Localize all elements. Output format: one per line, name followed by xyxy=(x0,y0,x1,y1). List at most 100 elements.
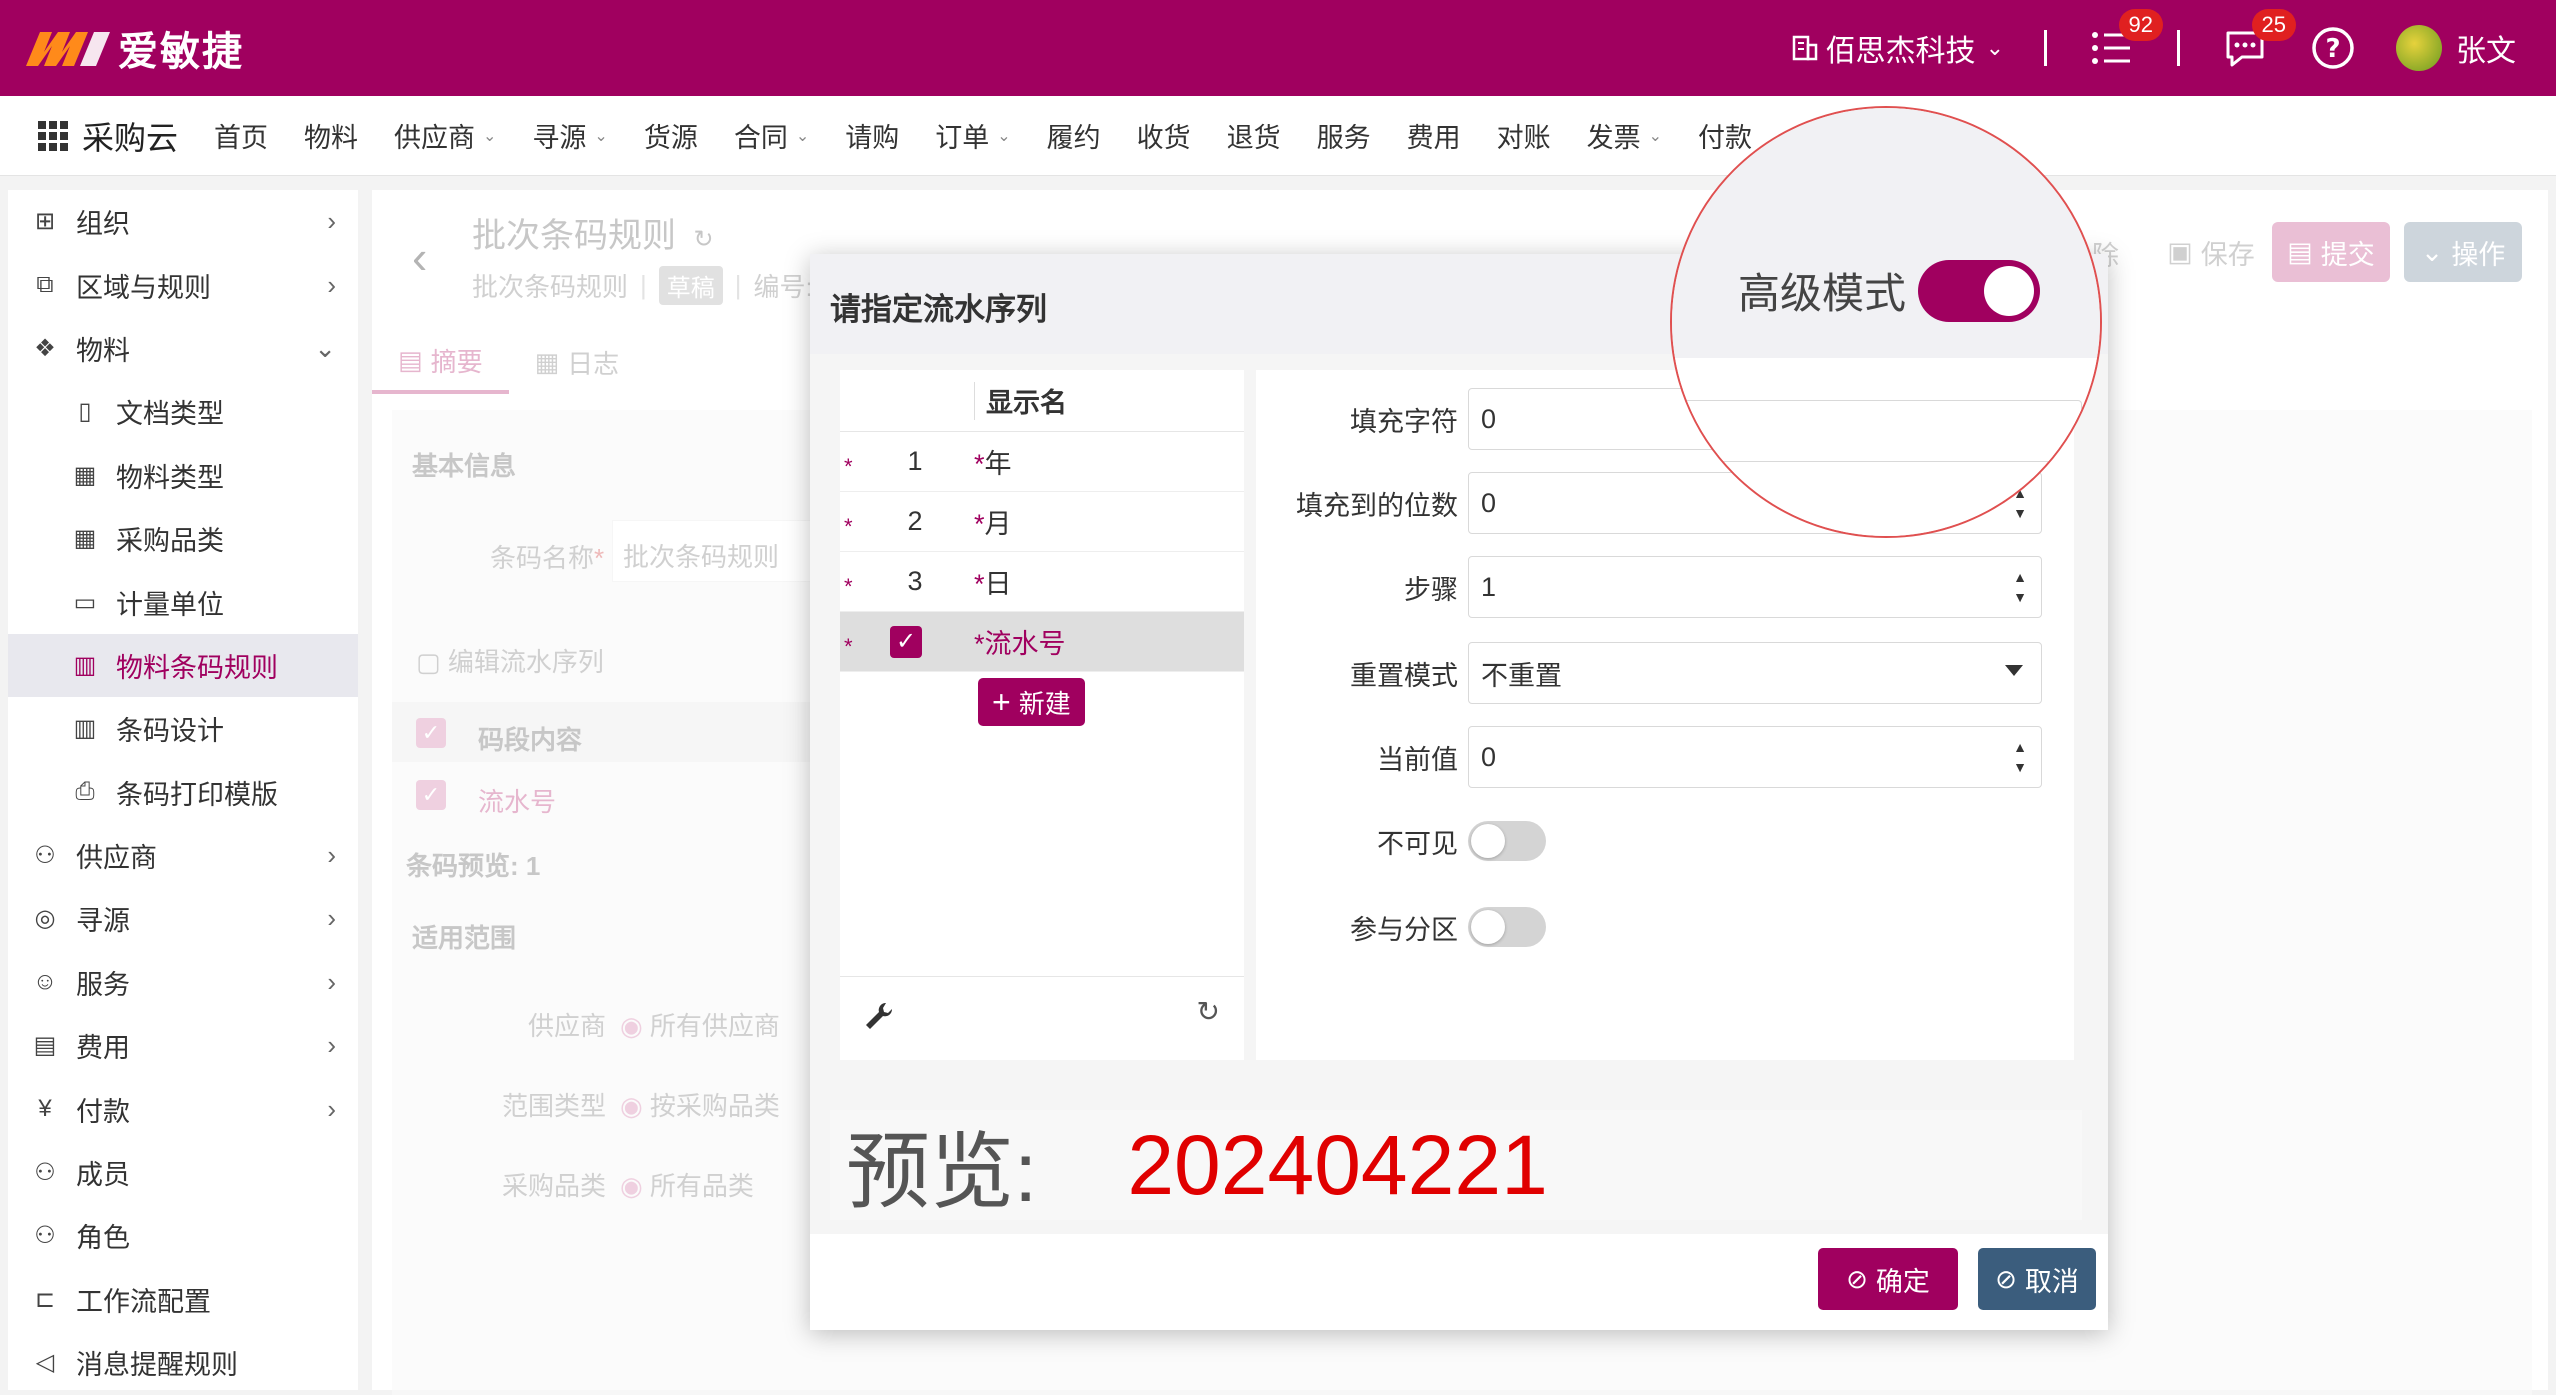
advanced-mode-toggle[interactable] xyxy=(1918,260,2040,322)
nav-item[interactable]: 供应商 ⌄ xyxy=(394,116,496,155)
sidebar-item[interactable]: ◁ 消息提醒规则 xyxy=(8,1331,358,1394)
material-type-icon: ▦ xyxy=(73,461,97,489)
sidebar-item-label: 条码设计 xyxy=(116,716,224,747)
nav-item[interactable]: 寻源 ⌄ xyxy=(532,116,607,155)
preview-label: 预览: xyxy=(846,1124,1038,1219)
row-display-name: *日 xyxy=(974,562,1012,601)
nav-item[interactable]: 对账 xyxy=(1497,116,1551,155)
reset-mode-label: 重置模式 xyxy=(1350,660,1458,691)
step-value: 1 xyxy=(1481,571,1497,602)
logo[interactable]: 爱敏捷 xyxy=(22,19,244,77)
sidebar-item[interactable]: ❖ 物料 ⌄ xyxy=(8,317,358,380)
avatar[interactable] xyxy=(2396,25,2442,71)
sidebar-item[interactable]: ⚇ 供应商 › xyxy=(8,824,358,887)
sidebar-item[interactable]: ▦ 物料类型 xyxy=(8,444,358,507)
sidebar-item[interactable]: ▭ 计量单位 xyxy=(8,570,358,633)
chevron-right-icon: › xyxy=(327,1030,336,1061)
nav-item[interactable]: 首页 xyxy=(214,116,268,155)
row-display-name: *流水号 xyxy=(974,622,1066,661)
sidebar-item-label: 物料类型 xyxy=(116,462,224,493)
nav-item[interactable]: 订单 ⌄ xyxy=(935,116,1010,155)
barcode-icon: ▥ xyxy=(73,651,97,679)
list-item[interactable]: * 1 *年 xyxy=(840,432,1244,492)
notify-icon: ◁ xyxy=(35,1349,55,1377)
sidebar-item[interactable]: ⊞ 组织 › xyxy=(8,190,358,253)
partition-toggle[interactable] xyxy=(1468,907,1546,947)
nav-item[interactable]: 请购 xyxy=(845,116,899,155)
nav-item[interactable]: 合同 ⌄ xyxy=(734,116,809,155)
invisible-toggle[interactable] xyxy=(1468,821,1546,861)
app-grid-icon[interactable] xyxy=(38,120,68,151)
required-marker: * xyxy=(974,629,985,659)
nav-item[interactable]: 发票 ⌄ xyxy=(1587,116,1662,155)
chevron-right-icon: › xyxy=(327,1093,336,1124)
chevron-down-icon: ⌄ xyxy=(997,127,1011,145)
list-item[interactable]: * ✓ *流水号 xyxy=(840,612,1244,672)
cancel-button[interactable]: ⊘ 取消 xyxy=(1978,1248,2096,1310)
nav-item-label: 服务 xyxy=(1316,123,1371,153)
nav-item[interactable]: 服务 xyxy=(1317,116,1371,155)
sidebar-item[interactable]: ☺ 服务 › xyxy=(8,951,358,1014)
row-display-name: *年 xyxy=(974,442,1012,481)
sidebar-item-label: 文档类型 xyxy=(116,399,224,430)
company-switcher[interactable]: 佰思杰科技 ⌄ xyxy=(1790,26,2004,70)
check-circle-icon: ⊘ xyxy=(1995,1263,2017,1294)
sidebar-item[interactable]: ▤ 费用 › xyxy=(8,1014,358,1077)
nav-item[interactable]: 费用 xyxy=(1407,116,1461,155)
ok-button[interactable]: ⊘ 确定 xyxy=(1818,1248,1958,1310)
required-marker: * xyxy=(974,449,985,479)
sidebar-item[interactable]: ⚇ 角色 xyxy=(8,1204,358,1267)
barcode-design-icon: ▥ xyxy=(73,715,97,743)
step-input[interactable]: 1 ▲ ▼ xyxy=(1468,556,2042,618)
nav-item[interactable]: 货源 xyxy=(644,116,698,155)
sidebar-item[interactable]: ⊏ 工作流配置 xyxy=(8,1268,358,1331)
workflow-icon: ⊏ xyxy=(34,1285,56,1313)
sidebar-item-label: 物料 xyxy=(76,335,130,366)
sidebar-item[interactable]: ▥ 物料条码规则 xyxy=(8,633,358,698)
sidebar-item[interactable]: ⧉ 区域与规则 › xyxy=(8,253,358,316)
highlight-input-fragment xyxy=(1672,400,2082,462)
nav-item-label: 收货 xyxy=(1136,123,1191,153)
main-nav: 采购云 首页 物料 供应商 ⌄ 寻源 ⌄ 货源 合同 ⌄ 请购 订单 ⌄ 履约 收货 退货 服务 费用 对账 发票 ⌄… xyxy=(0,96,2556,176)
sidebar-item[interactable]: ¥ 付款 › xyxy=(8,1077,358,1140)
expense-icon: ▤ xyxy=(33,1032,57,1060)
messages-button[interactable]: 25 xyxy=(2220,9,2296,73)
nav-item[interactable]: 履约 xyxy=(1047,116,1101,155)
reset-mode-row: 重置模式 不重置 xyxy=(1256,642,2074,704)
nav-item[interactable]: 物料 xyxy=(304,116,358,155)
current-value-input[interactable]: 0 ▲ ▼ xyxy=(1468,726,2042,788)
stepper-icon[interactable]: ▲▼ xyxy=(2013,737,2027,777)
help-icon[interactable]: ? xyxy=(2310,25,2356,71)
sidebar-item-label: 物料条码规则 xyxy=(116,652,278,683)
sidebar-item[interactable]: ▥ 条码设计 xyxy=(8,697,358,760)
reset-mode-select[interactable]: 不重置 xyxy=(1468,642,2042,704)
chevron-down-icon: ⌄ xyxy=(483,127,497,145)
refresh-icon[interactable]: ↻ xyxy=(1197,995,1220,1028)
user-name[interactable]: 张文 xyxy=(2456,26,2516,70)
wrench-icon[interactable] xyxy=(862,999,896,1033)
list-item[interactable]: * 2 *月 xyxy=(840,492,1244,552)
sidebar-item[interactable]: ◎ 寻源 › xyxy=(8,887,358,950)
required-marker: * xyxy=(974,509,985,539)
role-icon: ⚇ xyxy=(34,1222,56,1250)
app-name[interactable]: 采购云 xyxy=(82,113,178,159)
row-checkbox[interactable]: ✓ xyxy=(890,625,922,658)
nav-item[interactable]: 收货 xyxy=(1137,116,1191,155)
sidebar-item[interactable]: ▯ 文档类型 xyxy=(8,380,358,443)
list-item[interactable]: * 3 *日 xyxy=(840,552,1244,612)
preview-value: 202404221 xyxy=(1127,1117,1548,1212)
sidebar-item-label: 采购品类 xyxy=(116,526,224,557)
tasks-badge: 92 xyxy=(2118,9,2163,41)
sidebar-item[interactable]: ⚇ 成员 xyxy=(8,1141,358,1204)
tasks-button[interactable]: 92 xyxy=(2087,9,2163,73)
sequence-list: 显示名 * 1 *年 * 2 *月 * 3 *日 * ✓ *流水号 + 新建 ↻ xyxy=(840,370,1244,1060)
messages-badge: 25 xyxy=(2251,9,2296,41)
nav-item-label: 供应商 xyxy=(394,123,476,153)
stepper-icon[interactable]: ▲▼ xyxy=(2013,567,2027,607)
divider xyxy=(2177,30,2180,66)
chevron-down-icon: ⌄ xyxy=(1985,35,2004,60)
new-button[interactable]: + 新建 xyxy=(978,678,1085,726)
sidebar-item[interactable]: ▦ 采购品类 xyxy=(8,507,358,570)
nav-item[interactable]: 退货 xyxy=(1227,116,1281,155)
sidebar-item[interactable]: ⎙ 条码打印模版 xyxy=(8,761,358,824)
